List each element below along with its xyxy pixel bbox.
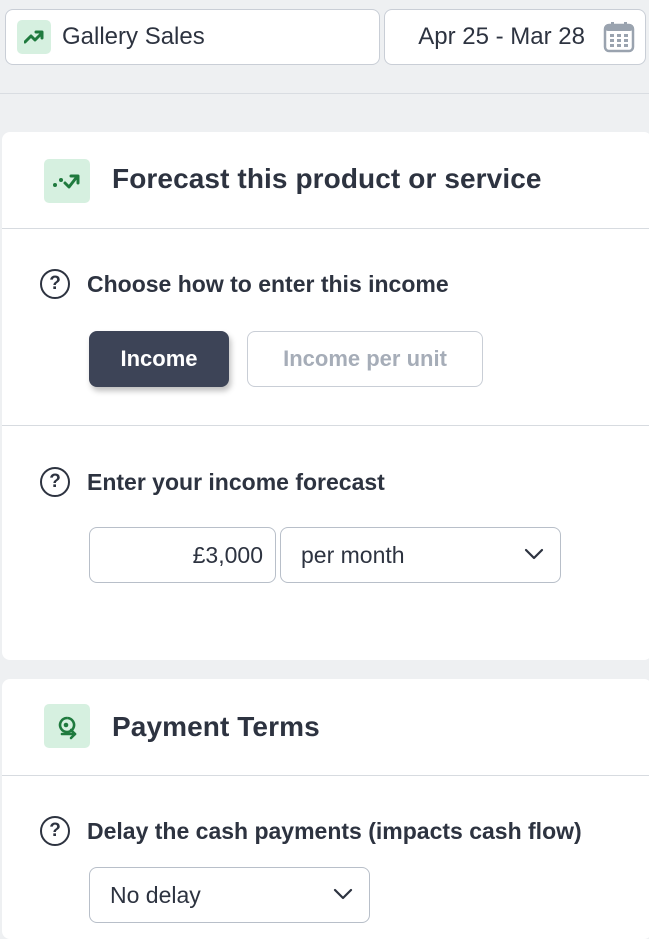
payment-terms-title: Payment Terms xyxy=(112,711,320,742)
chevron-down-icon xyxy=(524,548,544,560)
top-bar: Gallery Sales Apr 25 - Mar 28 xyxy=(0,0,649,94)
delay-label: Delay the cash payments (impacts cash fl… xyxy=(87,817,582,844)
product-selector[interactable]: Gallery Sales xyxy=(5,9,380,65)
trend-arrow-icon xyxy=(44,159,90,203)
income-option-button[interactable]: Income xyxy=(89,331,229,387)
delay-question: ? Delay the cash payments (impacts cash … xyxy=(40,816,582,846)
income-amount-input[interactable]: £3,000 xyxy=(89,527,276,583)
payment-terms-header: Payment Terms xyxy=(2,679,649,776)
delay-select-value: No delay xyxy=(110,881,201,908)
entry-method-label: Choose how to enter this income xyxy=(87,270,449,297)
calendar-icon[interactable] xyxy=(603,21,635,53)
forecast-card: Forecast this product or service ? Choos… xyxy=(2,132,649,660)
date-range-picker[interactable]: Apr 25 - Mar 28 xyxy=(384,9,646,65)
period-select-value: per month xyxy=(301,541,405,568)
help-icon[interactable]: ? xyxy=(40,269,70,299)
trending-up-icon xyxy=(17,20,51,54)
period-select[interactable]: per month xyxy=(280,527,561,583)
help-icon[interactable]: ? xyxy=(40,467,70,497)
payment-arrow-icon xyxy=(44,704,90,748)
forecast-card-header: Forecast this product or service xyxy=(2,132,649,229)
date-range-label: Apr 25 - Mar 28 xyxy=(418,23,585,50)
income-forecast-section: ? Enter your income forecast £3,000 per … xyxy=(2,426,649,660)
income-forecast-label: Enter your income forecast xyxy=(87,468,385,495)
entry-method-question: ? Choose how to enter this income xyxy=(40,269,449,299)
payment-terms-card: Payment Terms ? Delay the cash payments … xyxy=(2,679,649,939)
entry-method-section: ? Choose how to enter this income Income… xyxy=(2,229,649,426)
product-name: Gallery Sales xyxy=(62,23,205,50)
chevron-down-icon xyxy=(333,888,353,900)
help-icon[interactable]: ? xyxy=(40,816,70,846)
income-forecast-question: ? Enter your income forecast xyxy=(40,467,385,497)
delay-select[interactable]: No delay xyxy=(89,867,370,923)
delay-section: ? Delay the cash payments (impacts cash … xyxy=(2,776,649,939)
income-per-unit-option-button[interactable]: Income per unit xyxy=(247,331,483,387)
forecast-card-title: Forecast this product or service xyxy=(112,163,542,194)
